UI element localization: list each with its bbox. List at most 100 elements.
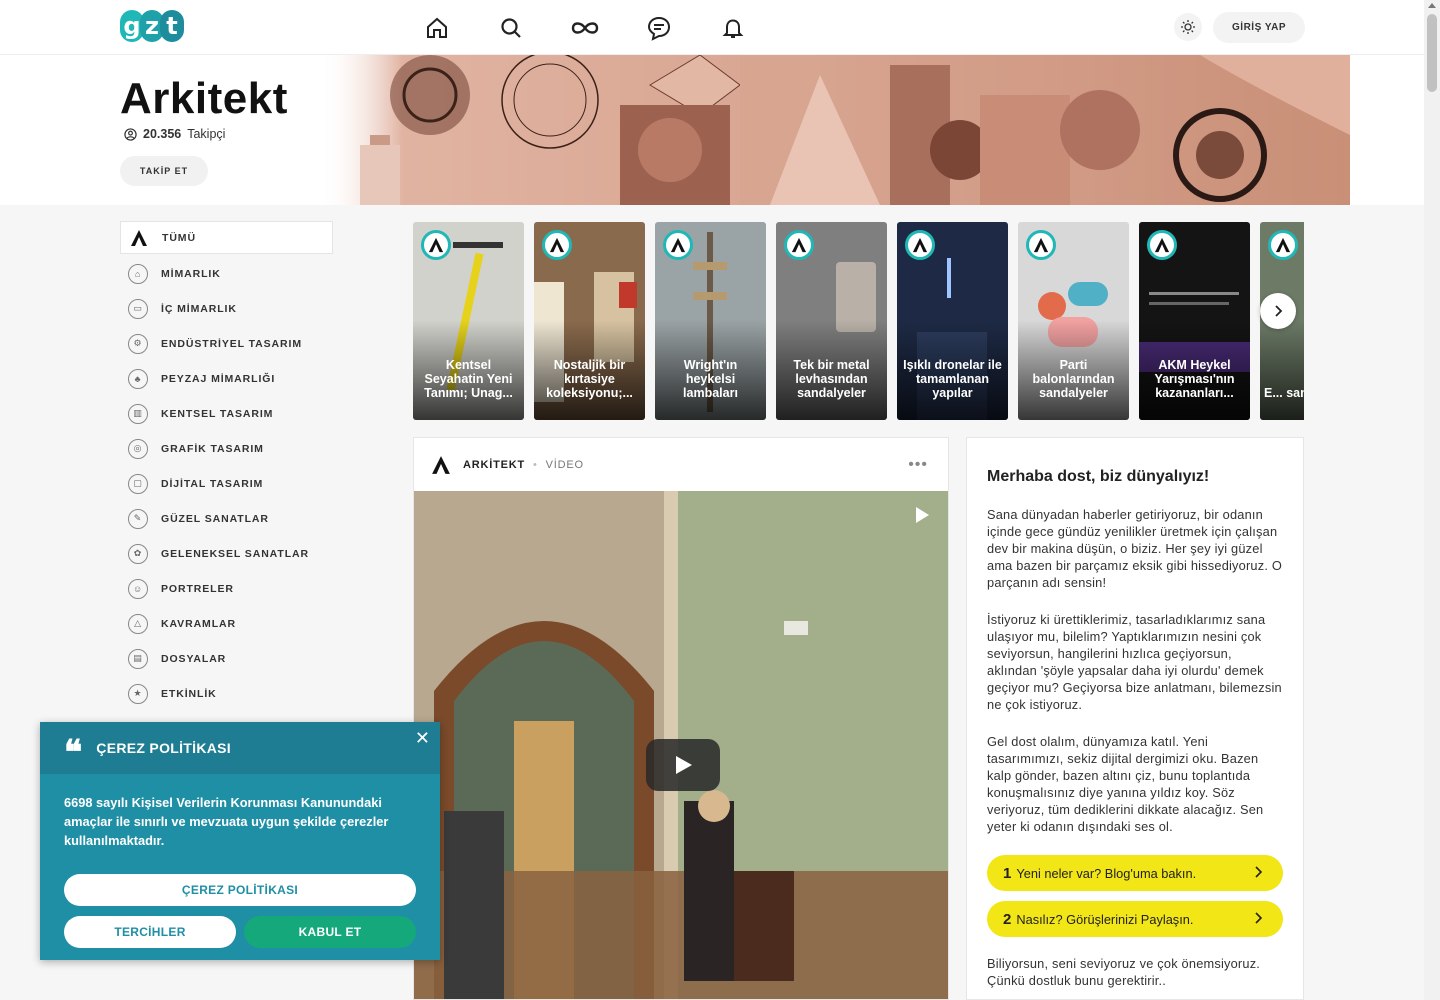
bell-icon[interactable] [716,12,750,44]
blog-link-button[interactable]: 1 Yeni neler var? Blog'uma bakın. [987,855,1283,891]
channel-hero: Arkitekt 20.356 Takipçi TAKİP ET [0,55,1424,205]
sidebar-item-label: MİMARLIK [161,267,221,280]
post-author[interactable]: ARKİTEKT [463,459,525,471]
industrial-icon: ⚙ [128,333,148,354]
close-icon[interactable]: ✕ [415,728,430,749]
chevron-right-icon [1275,305,1283,317]
story-title: Tek bir metal levhasından sandalyeler [793,358,870,400]
story-card[interactable]: Parti balonlarından sandalyeler [1018,222,1129,420]
story-title: Işıklı dronelar ile tamamlanan yapılar [903,358,1002,400]
sidebar-item-digital[interactable]: ▢ DİJİTAL TASARIM [120,466,333,501]
cookie-text: 6698 sayılı Kişisel Verilerin Korunması … [64,795,389,848]
sidebar-item-fine-arts[interactable]: ✎ GÜZEL SANATLAR [120,501,333,536]
sidebar-item-label: ETKİNLİK [161,687,217,700]
link-number: 1 [1003,864,1012,882]
story-card[interactable]: Wright'ın heykelsi lambaları [655,222,766,420]
video-player[interactable] [414,491,948,999]
sidebar-item-label: DİJİTAL TASARIM [161,477,264,490]
a-logo-icon [905,230,935,260]
feedback-link-button[interactable]: 2 Nasılız? Görüşlerinizi Paylaşın. [987,901,1283,937]
home-icon[interactable] [420,12,454,44]
story-card[interactable]: Nostaljik bir kırtasiye koleksiyonu;... [534,222,645,420]
cookie-preferences-button[interactable]: TERCİHLER [64,916,236,948]
more-dots-icon[interactable]: ••• [908,456,928,474]
link-number: 2 [1003,910,1012,928]
follower-number: 20.356 [143,127,182,141]
a-logo-icon [663,230,693,260]
interior-icon: ▭ [128,298,148,319]
sidebar-item-label: TÜMÜ [162,231,196,244]
files-icon: ▤ [128,648,148,669]
panel-paragraph: Sana dünyadan haberler getiriyoruz, bir … [987,507,1283,590]
cookie-header: ❝ ÇEREZ POLİTİKASI [40,722,440,774]
sidebar-item-label: PORTRELER [161,582,234,595]
fine-arts-icon: ✎ [128,508,148,529]
search-icon[interactable] [494,12,528,44]
sidebar-item-urban[interactable]: ▥ KENTSEL TASARIM [120,396,333,431]
quote-icon: ❝ [64,733,83,773]
link-label: Yeni neler var? Blog'uma bakın. [1016,865,1197,881]
a-logo-icon [432,455,450,474]
sidebar-item-label: KENTSEL TASARIM [161,407,274,420]
story-card[interactable]: AKM Heykel Yarışması'nın kazananları... [1139,222,1250,420]
play-button[interactable] [646,739,720,791]
sidebar-item-interior[interactable]: ▭ İÇ MİMARLIK [120,291,333,326]
top-navbar: g z t GİRİŞ YAP [0,0,1424,55]
event-icon: ★ [128,683,148,704]
a-logo-icon [129,228,149,248]
cookie-policy-button[interactable]: ÇEREZ POLİTİKASI [64,874,416,906]
main-nav [420,12,750,44]
infinity-icon[interactable] [568,12,602,44]
sidebar-item-traditional[interactable]: ✿ GELENEKSEL SANATLAR [120,536,333,571]
sidebar-item-all[interactable]: TÜMÜ [120,221,333,254]
theme-toggle-button[interactable] [1174,13,1202,41]
sidebar-item-label: DOSYALAR [161,652,227,665]
play-icon [676,756,692,774]
concepts-icon: △ [128,613,148,634]
sidebar-item-landscape[interactable]: ♣ PEYZAJ MİMARLIĞI [120,361,333,396]
chat-icon[interactable] [642,12,676,44]
sidebar-item-files[interactable]: ▤ DOSYALAR [120,641,333,676]
digital-icon: ▢ [128,473,148,494]
sidebar-item-industrial[interactable]: ⚙ ENDÜSTRİYEL TASARIM [120,326,333,361]
sidebar-item-label: KAVRAMLAR [161,617,236,630]
stories-carousel: Kentsel Seyahatin Yeni Tanımı; Unag... N… [413,222,1304,420]
graphic-icon: ◎ [128,438,148,459]
sidebar-item-label: GRAFİK TASARIM [161,442,264,455]
architecture-icon: ⌂ [128,263,148,284]
sidebar-item-portraits[interactable]: ☺ PORTRELER [120,571,333,606]
separator-dot: • [533,458,538,471]
post-header: ARKİTEKT • VİDEO [414,438,948,491]
cookie-accept-button[interactable]: KABUL ET [244,916,416,948]
stories-next-button[interactable] [1260,293,1296,329]
login-button[interactable]: GİRİŞ YAP [1213,12,1305,43]
gzt-logo[interactable]: g z t [120,10,188,44]
story-title: Nostaljik bir kırtasiye koleksiyonu;... [546,358,633,400]
welcome-panel: Merhaba dost, biz dünyalıyız! Sana dünya… [966,437,1304,1000]
sidebar-item-concepts[interactable]: △ KAVRAMLAR [120,606,333,641]
play-icon[interactable] [912,505,932,525]
cookie-title: ÇEREZ POLİTİKASI [96,740,231,756]
sidebar-item-graphic[interactable]: ◎ GRAFİK TASARIM [120,431,333,466]
sidebar-item-label: ENDÜSTRİYEL TASARIM [161,337,302,350]
sidebar-item-event[interactable]: ★ ETKİNLİK [120,676,333,711]
page-scrollbar[interactable] [1424,0,1440,1000]
chevron-right-icon [1255,866,1263,878]
story-title: Parti balonlarından sandalyeler [1032,358,1115,400]
post-type: VİDEO [545,458,584,471]
a-logo-icon [1026,230,1056,260]
sidebar-item-label: GÜZEL SANATLAR [161,512,269,525]
channel-title: Arkitekt [120,74,288,123]
story-card[interactable]: Tek bir metal levhasından sandalyeler [776,222,887,420]
scrollbar-thumb[interactable] [1427,14,1437,92]
sidebar-item-architecture[interactable]: ⌂ MİMARLIK [120,256,333,291]
sidebar-item-label: PEYZAJ MİMARLIĞI [161,372,276,385]
a-logo-icon [784,230,814,260]
story-card[interactable]: Işıklı dronelar ile tamamlanan yapılar [897,222,1008,420]
follower-count: 20.356 Takipçi [124,127,225,141]
sun-icon [1181,20,1195,34]
scroll-up-arrow-icon[interactable] [1428,3,1436,8]
follow-button[interactable]: TAKİP ET [120,156,208,186]
cookie-consent-dialog: ❝ ÇEREZ POLİTİKASI ✕ 6698 sayılı Kişisel… [40,722,440,960]
story-card[interactable]: Kentsel Seyahatin Yeni Tanımı; Unag... [413,222,524,420]
